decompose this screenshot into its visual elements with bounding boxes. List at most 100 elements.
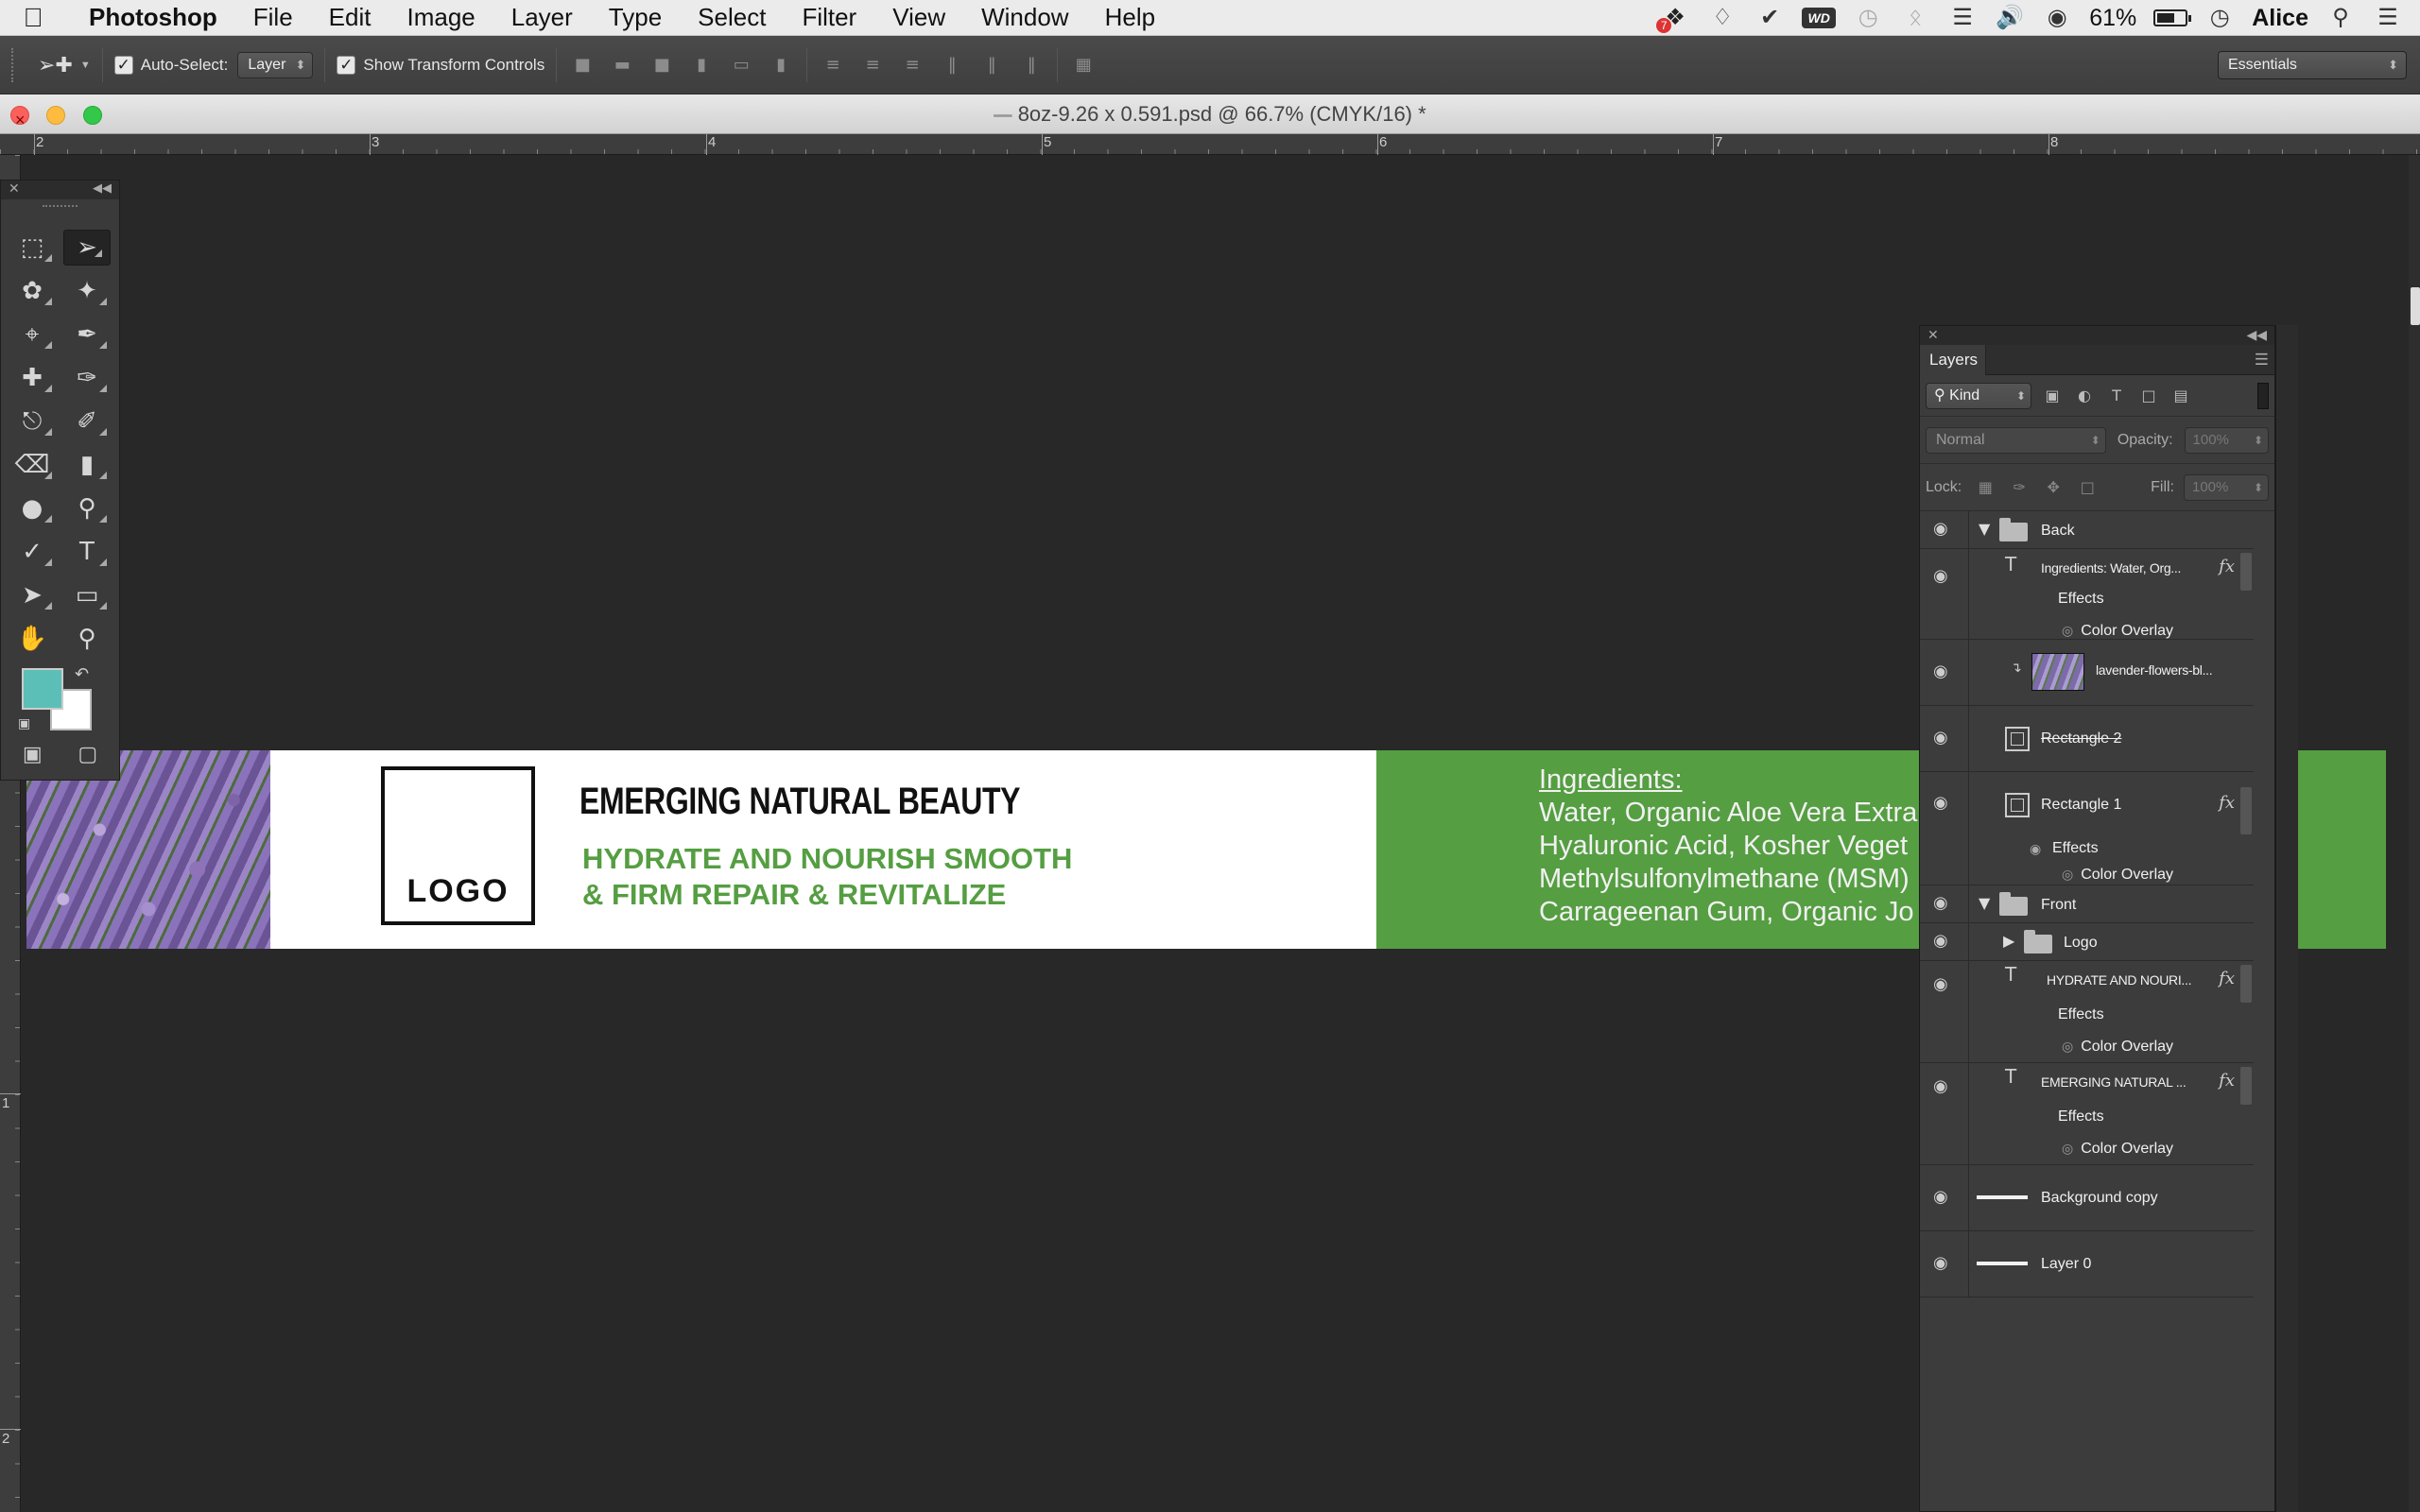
minimize-window-button[interactable] [46,106,65,125]
swap-colors-icon[interactable]: ↶ [75,664,89,684]
visibility-toggle[interactable]: ◉ [1920,549,1969,639]
layer-hydrate-text[interactable]: ◉ T HYDRATE AND NOURI... fx Effects Colo… [1920,961,2254,1063]
visibility-toggle[interactable]: ◉ [1920,1231,1969,1297]
logo-placeholder[interactable]: LOGO [381,766,535,925]
clone-stamp-tool-icon[interactable]: ⎋ [5,400,60,443]
visibility-toggle[interactable]: ◉ [1920,640,1969,705]
color-overlay-effect[interactable]: Color Overlay [2062,1141,2173,1158]
align-right-edges-icon[interactable]: ▮ [767,51,795,79]
opacity-field[interactable]: 100% [2184,426,2269,454]
lock-transparent-icon[interactable]: ▦ [1975,477,1996,498]
layer-effects-toggle[interactable] [2240,1067,2252,1105]
ingredients-text[interactable]: Ingredients: Water, Organic Aloe Vera Ex… [1539,764,1917,929]
zoom-window-button[interactable] [83,106,102,125]
type-filter-icon[interactable]: T [2105,385,2128,407]
layer-background-copy[interactable]: ◉ Background copy [1920,1165,2254,1231]
visibility-toggle[interactable]: ◉ [1920,1063,1969,1164]
distribute-hcenter-icon[interactable]: ‖ [977,51,1006,79]
fill-field[interactable]: 100% [2184,473,2269,501]
eyedropper-tool-icon[interactable]: ✒ [60,313,114,356]
menu-help[interactable]: Help [1087,3,1173,32]
close-icon[interactable]: ✕ [1927,327,1939,343]
close-icon[interactable]: ✕ [9,180,20,197]
disclosure-open-icon[interactable]: ▼ [1979,894,1990,912]
panel-menu-icon[interactable]: ☰ [2255,351,2269,369]
vpn-icon[interactable]: ◉ [2042,5,2072,31]
layer-ingredients-text[interactable]: ◉ T Ingredients: Water, Org... fx Effect… [1920,549,2254,640]
layer-lavender-image[interactable]: ◉ ↴ lavender-flowers-bl... [1920,640,2254,706]
fx-icon[interactable]: fx [2219,1071,2235,1091]
gradient-tool-icon[interactable]: ▮ [60,443,114,487]
fx-icon[interactable]: fx [2219,793,2235,813]
menu-image[interactable]: Image [389,3,493,32]
disclosure-closed-icon[interactable]: ▶ [2003,932,2014,950]
show-transform-checkbox[interactable]: ✓ [337,55,356,75]
layer-0[interactable]: ◉ Layer 0 [1920,1231,2254,1297]
menu-view[interactable]: View [874,3,963,32]
layer-group-logo[interactable]: ◉ ▶ Logo [1920,923,2254,961]
apple-menu-icon[interactable]:  [0,3,66,33]
menu-app-photoshop[interactable]: Photoshop [66,3,235,32]
menu-layer[interactable]: Layer [493,3,591,32]
marquee-tool-icon[interactable]: ⬚ [5,226,60,269]
align-horizontal-centers-icon[interactable]: ▭ [727,51,755,79]
healing-brush-tool-icon[interactable]: ✚ [5,356,60,400]
fx-icon[interactable]: fx [2219,969,2235,988]
battery-icon[interactable] [2153,9,2192,26]
bluetooth-icon[interactable]: ᛟ [1900,5,1930,31]
battery-percent[interactable]: 61% [2089,5,2136,32]
user-name[interactable]: Alice [2252,5,2308,32]
menu-filter[interactable]: Filter [784,3,874,32]
auto-select-checkbox[interactable]: ✓ [113,55,133,75]
fx-icon[interactable]: fx [2219,557,2235,576]
color-overlay-effect[interactable]: Color Overlay [2062,1039,2173,1056]
time-machine-icon[interactable]: ◷ [1853,5,1883,31]
distribute-right-icon[interactable]: ‖ [1017,51,1046,79]
check-icon[interactable]: ✔ [1754,5,1785,31]
menu-type[interactable]: Type [591,3,680,32]
wifi-icon[interactable]: ☰ [1947,5,1978,31]
path-selection-tool-icon[interactable]: ➤ [5,574,60,617]
wd-icon[interactable]: WD [1802,8,1837,28]
layer-rectangle-2[interactable]: ◉ Rectangle 2 [1920,706,2254,772]
evernote-icon[interactable]: ♢ [1707,5,1737,31]
align-vertical-centers-icon[interactable]: ▬ [608,51,636,79]
quick-mask-icon[interactable]: ▣ [23,742,43,766]
lock-position-icon[interactable]: ✥ [2043,477,2064,498]
crop-tool-icon[interactable]: ⌖ [5,313,60,356]
lock-all-icon[interactable]: □ [2077,477,2098,498]
pixel-filter-icon[interactable]: ▣ [2041,385,2064,407]
lasso-tool-icon[interactable]: ✿ [5,269,60,313]
collapse-icon[interactable]: ◀◀ [2246,327,2267,343]
type-tool-icon[interactable]: T [60,530,114,574]
layer-rectangle-1[interactable]: ◉ Rectangle 1 fx ◉ Effects Color Overlay [1920,772,2254,885]
horizontal-ruler[interactable]: 2 3 4 5 6 7 8 [0,134,2420,155]
scrollbar-thumb[interactable] [2411,287,2420,325]
layer-effects-toggle[interactable] [2240,965,2252,1003]
zoom-tool-icon[interactable]: ⚲ [60,617,114,661]
screen-mode-icon[interactable]: ▢ [78,742,97,766]
canvas-scrollbar[interactable] [2409,155,2420,1512]
visibility-toggle[interactable]: ◉ [1920,885,1969,922]
filter-kind-dropdown[interactable]: ⚲ Kind [1926,382,2031,409]
collapse-icon[interactable]: ◀◀ [93,180,112,196]
auto-select-dropdown[interactable]: Layer [237,51,314,78]
blend-mode-dropdown[interactable]: Normal [1926,426,2106,454]
layer-group-back[interactable]: ◉ ▼ Back [1920,511,2254,549]
workspace-switcher[interactable]: Essentials [2218,51,2407,79]
align-top-edges-icon[interactable]: ■ [568,51,596,79]
layer-effects-toggle[interactable] [2240,553,2252,591]
brush-tool-icon[interactable]: ✑ [60,356,114,400]
visibility-toggle[interactable]: ◉ [1920,511,1969,548]
adjustment-filter-icon[interactable]: ◐ [2073,385,2096,407]
clock-icon[interactable]: ◷ [2204,5,2235,31]
disclosure-open-icon[interactable]: ▼ [1979,520,1990,538]
menu-edit[interactable]: Edit [311,3,389,32]
menu-select[interactable]: Select [680,3,784,32]
align-bottom-edges-icon[interactable]: ■ [648,51,676,79]
blur-tool-icon[interactable]: ● [5,487,60,530]
layer-group-front[interactable]: ◉ ▼ Front [1920,885,2254,923]
pen-tool-icon[interactable]: ✓ [5,530,60,574]
visibility-toggle[interactable]: ◉ [1920,923,1969,960]
tab-layers[interactable]: Layers [1920,345,1986,375]
